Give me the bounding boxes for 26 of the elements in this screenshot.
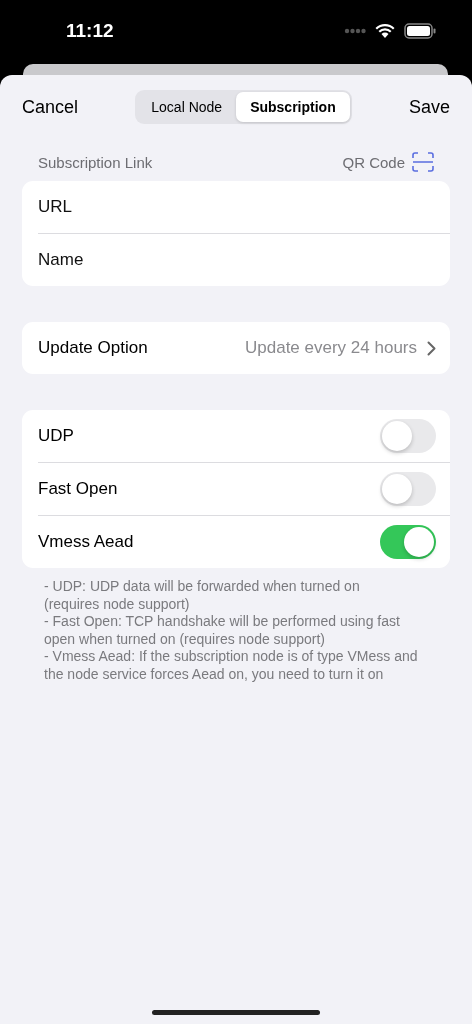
toggle-switch[interactable]	[380, 525, 436, 559]
battery-icon	[404, 23, 436, 39]
save-button[interactable]: Save	[408, 96, 450, 118]
toggle-label: Vmess Aead	[38, 532, 135, 552]
segment-tab[interactable]: Subscription	[236, 92, 350, 122]
toggle-switch[interactable]	[380, 472, 436, 506]
row-label: Update Option	[38, 338, 149, 358]
update-option-row[interactable]: Update Option Update every 24 hours	[22, 322, 450, 374]
section-header: Subscription Link	[38, 153, 153, 171]
footnote-text: - Vmess Aead: If the subscription node is of type VMess and the node service forces Aead on, you need to turn it on	[44, 648, 418, 683]
scan-icon	[412, 152, 434, 172]
text-field[interactable]: URL	[22, 181, 450, 233]
footnote-text: - UDP: UDP data will be forwarded when turned on (requires node support)	[44, 578, 361, 613]
segment-tab[interactable]: Local Node	[137, 92, 237, 122]
chevron-icon	[427, 340, 436, 356]
wifi-icon	[374, 23, 396, 39]
toggle-switch[interactable]	[380, 419, 436, 453]
qr-code-button[interactable]: QR Code	[342, 152, 434, 172]
footnote-text: - Fast Open: TCP handshake will be performed using fast open when turned on (requires node support)	[44, 613, 401, 648]
toggle-label: Fast Open	[38, 479, 119, 499]
cancel-button[interactable]: Cancel	[22, 96, 79, 118]
text-field[interactable]: Name	[22, 234, 450, 286]
row-value: Update every 24 hours	[245, 338, 417, 358]
toggle-label: UDP	[38, 426, 75, 446]
signal-icon	[344, 28, 366, 34]
status-time: 11:12	[66, 20, 114, 42]
